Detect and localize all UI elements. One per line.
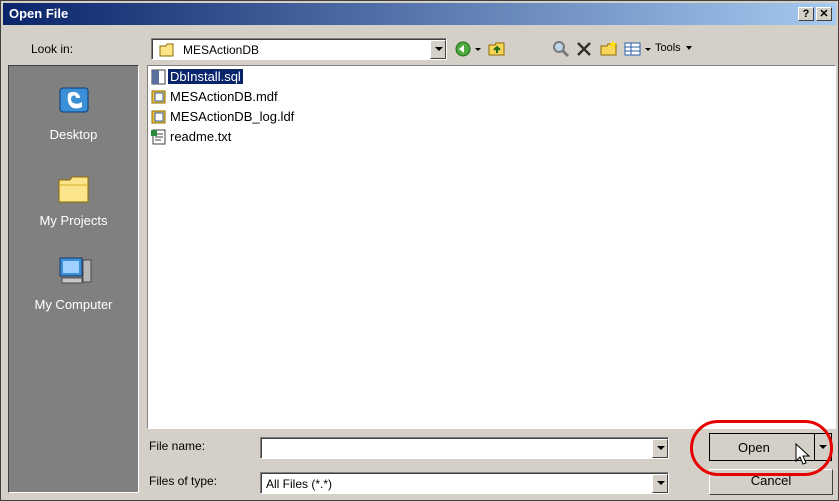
folder-icon <box>58 176 88 203</box>
places-bar: Desktop My Projects My Computer <box>8 65 139 493</box>
cursor-icon <box>795 443 811 465</box>
file-name: MESActionDB_log.ldf <box>170 109 295 125</box>
place-my-projects[interactable]: My Projects <box>9 174 138 228</box>
look-in-value: MESActionDB <box>183 43 260 57</box>
file-name: DbInstall.sql <box>167 68 244 86</box>
tools-label: Tools <box>655 42 681 54</box>
file-name: MESActionDB.mdf <box>170 89 278 105</box>
file-type-value: All Files (*.*) <box>266 477 333 491</box>
place-desktop-label: Desktop <box>49 127 98 142</box>
open-button-label: Open <box>738 440 770 455</box>
file-name-label: File name: <box>149 439 206 453</box>
open-dropdown-button[interactable] <box>814 433 832 461</box>
folder-icon <box>159 43 174 57</box>
file-type-select[interactable]: All Files (*.*) <box>260 472 669 494</box>
search-web-icon[interactable] <box>551 39 571 59</box>
sql-file-icon <box>151 69 166 85</box>
database-file-icon <box>151 110 166 124</box>
tools-menu[interactable]: Tools <box>655 42 692 54</box>
list-item[interactable]: MESActionDB.mdf <box>150 88 280 106</box>
help-button[interactable]: ? <box>798 7 814 21</box>
place-my-projects-label: My Projects <box>39 213 108 228</box>
file-type-label: Files of type: <box>149 474 218 488</box>
file-name-dropdown-button[interactable] <box>652 439 668 458</box>
cancel-button[interactable]: Cancel <box>709 469 833 495</box>
back-icon[interactable] <box>453 39 473 59</box>
close-button[interactable]: ✕ <box>816 7 832 21</box>
place-my-computer-label: My Computer <box>34 297 113 312</box>
database-file-icon <box>151 90 166 104</box>
file-name-field[interactable] <box>260 437 669 459</box>
new-folder-icon[interactable] <box>599 39 619 59</box>
file-list[interactable]: DbInstall.sql MESActionDB.mdf MESActionD… <box>147 65 836 429</box>
list-item[interactable]: DbInstall.sql <box>150 68 244 86</box>
tools-dropdown-icon <box>685 46 692 51</box>
place-desktop[interactable]: Desktop <box>9 84 138 142</box>
look-in-label: Look in: <box>31 42 74 56</box>
back-dropdown-icon[interactable] <box>473 39 483 59</box>
look-in-dropdown-button[interactable] <box>430 40 446 59</box>
file-name: readme.txt <box>170 129 232 145</box>
views-dropdown-icon[interactable] <box>643 39 653 59</box>
file-type-dropdown-button[interactable] <box>652 474 668 493</box>
list-item[interactable]: readme.txt <box>150 128 233 146</box>
title-bar[interactable]: Open File ? ✕ <box>3 3 836 25</box>
computer-icon <box>59 257 91 284</box>
look-in-combo[interactable]: MESActionDB <box>151 38 447 60</box>
dialog-title: Open File <box>9 6 69 21</box>
up-folder-icon[interactable] <box>487 39 507 59</box>
desktop-icon <box>59 87 88 113</box>
delete-icon[interactable] <box>574 39 594 59</box>
text-file-icon <box>151 129 166 145</box>
place-my-computer[interactable]: My Computer <box>9 254 138 312</box>
views-icon[interactable] <box>623 39 643 59</box>
open-file-dialog: Open File ? ✕ Look in: MESActionDB Tools… <box>0 0 839 501</box>
list-item[interactable]: MESActionDB_log.ldf <box>150 108 296 126</box>
chevron-down-icon <box>819 445 827 449</box>
